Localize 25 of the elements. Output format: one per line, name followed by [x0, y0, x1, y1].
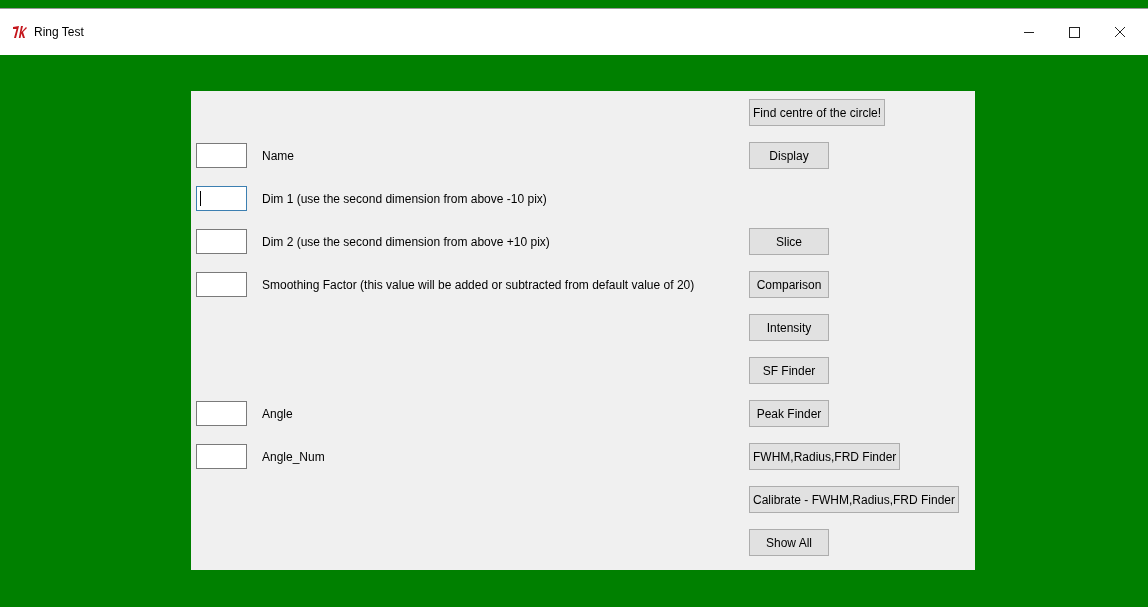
action-button[interactable]: Intensity — [749, 314, 829, 341]
input-field[interactable] — [196, 401, 247, 426]
action-button[interactable]: FWHM,Radius,FRD Finder — [749, 443, 901, 470]
field-label: Smoothing Factor (this value will be added or subtracted from default value of 20) — [262, 276, 695, 294]
input-field[interactable] — [196, 186, 247, 211]
field-label: Angle — [262, 405, 293, 423]
action-button[interactable]: Peak Finder — [749, 400, 829, 427]
action-button[interactable]: Calibrate - FWHM,Radius,FRD Finder — [749, 486, 960, 513]
action-button[interactable]: Slice — [749, 228, 829, 255]
field-label: Angle_Num — [262, 448, 325, 466]
action-button[interactable]: Display — [749, 142, 829, 169]
action-button[interactable]: Find centre of the circle! — [749, 99, 886, 126]
input-field[interactable] — [196, 143, 247, 168]
input-field[interactable] — [196, 229, 247, 254]
input-field[interactable] — [196, 272, 247, 297]
field-label: Name — [262, 147, 294, 165]
field-label: Dim 1 (use the second dimension from above -10 pix) — [262, 190, 547, 208]
field-label: Dim 2 (use the second dimension from above +10 pix) — [262, 233, 550, 251]
close-icon[interactable] — [1114, 26, 1126, 38]
action-button[interactable]: Show All — [749, 529, 829, 556]
input-field[interactable] — [196, 444, 247, 469]
action-button[interactable]: SF Finder — [749, 357, 829, 384]
maximize-icon[interactable] — [1069, 26, 1080, 38]
window-title: Ring Test — [34, 24, 84, 41]
action-button[interactable]: Comparison — [749, 271, 829, 298]
